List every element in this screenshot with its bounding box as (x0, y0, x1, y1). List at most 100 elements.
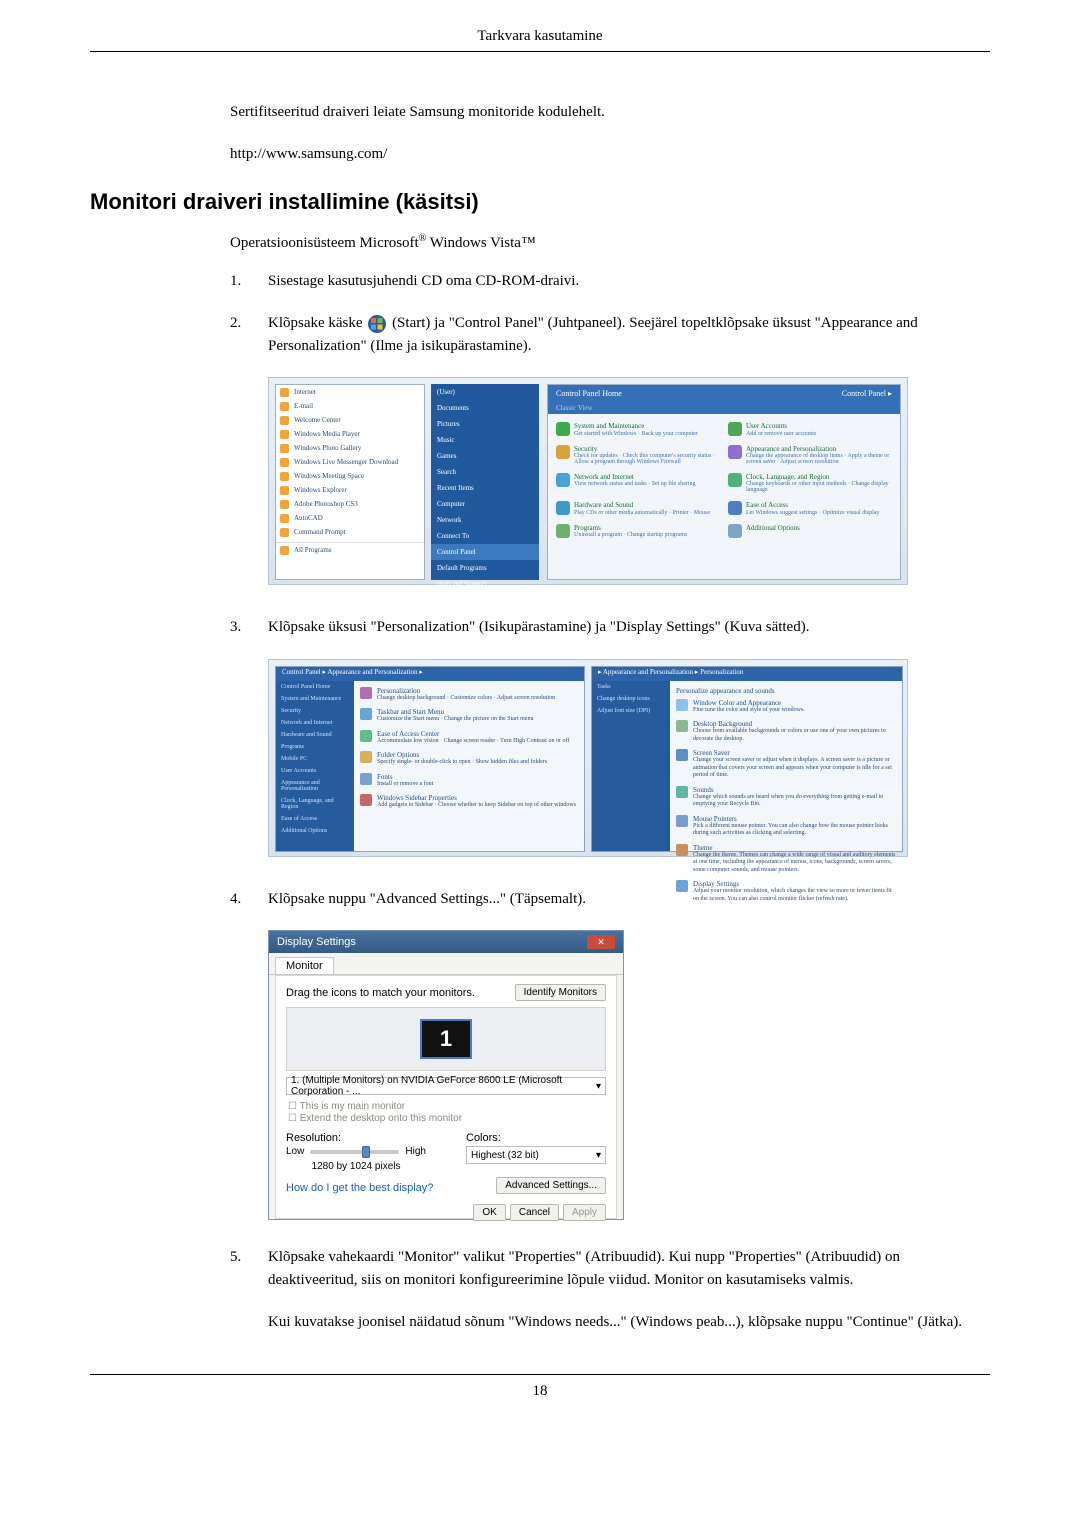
sidebar-item[interactable]: Network and Internet (276, 717, 354, 729)
list-item[interactable]: E-mail (276, 399, 424, 413)
sidebar-item[interactable]: System and Maintenance (276, 693, 354, 705)
list-item[interactable]: Computer (431, 496, 539, 512)
row-title: Personalization (377, 687, 555, 695)
setting-row[interactable]: Window Color and Appearance Fine tune th… (676, 699, 896, 715)
category-row[interactable]: Windows Sidebar Properties Add gadgets t… (360, 794, 578, 810)
category-icon (556, 422, 570, 436)
control-panel-item[interactable]: Programs Uninstall a program · Change st… (552, 522, 724, 540)
category-icon (360, 751, 372, 763)
item-title: Clock, Language, and Region (746, 473, 892, 481)
list-item[interactable]: Windows Meeting Space (276, 469, 424, 483)
row-subtitle: Change desktop background · Customize co… (377, 695, 555, 703)
list-item[interactable]: (User) (431, 384, 539, 400)
list-item[interactable]: Welcome Center (276, 413, 424, 427)
list-item[interactable]: Network (431, 512, 539, 528)
list-item[interactable]: Recent Items (431, 480, 539, 496)
resolution-slider[interactable]: Low High (286, 1146, 426, 1157)
item-title: System and Maintenance (574, 422, 698, 430)
control-panel-item[interactable]: Network and Internet View network status… (552, 471, 724, 495)
list-item[interactable]: Windows Live Messenger Download (276, 455, 424, 469)
sidebar-item[interactable]: Tasks (592, 681, 670, 693)
ok-button[interactable]: OK (473, 1204, 505, 1221)
sidebar-item[interactable]: Adjust font size (DPI) (592, 705, 670, 717)
list-item[interactable]: Music (431, 432, 539, 448)
list-item[interactable]: Games (431, 448, 539, 464)
list-item[interactable]: Help and Support (431, 576, 539, 592)
list-item[interactable]: Command Prompt (276, 525, 424, 539)
list-item[interactable]: Windows Photo Gallery (276, 441, 424, 455)
slider-high: High (405, 1146, 426, 1157)
setting-icon (676, 720, 688, 732)
sidebar-item[interactable]: Programs (276, 741, 354, 753)
sidebar-item[interactable]: Clock, Language, and Region (276, 795, 354, 813)
list-item[interactable]: Windows Explorer (276, 483, 424, 497)
category-row[interactable]: Folder Options Specify single- or double… (360, 751, 578, 767)
classic-view[interactable]: Classic View (548, 402, 900, 414)
control-panel-item[interactable]: Ease of Access Let Windows suggest setti… (724, 499, 896, 517)
list-item[interactable]: Connect To (431, 528, 539, 544)
tab-monitor[interactable]: Monitor (275, 957, 334, 974)
setting-row[interactable]: Sounds Change which sounds are heard whe… (676, 786, 896, 809)
control-panel-item[interactable]: Additional Options (724, 522, 896, 540)
item-subtitle: View network status and tasks · Set up f… (574, 481, 695, 487)
sidebar-item[interactable]: Appearance and Personalization (276, 777, 354, 795)
setting-row[interactable]: Mouse Pointers Pick a different mouse po… (676, 815, 896, 838)
monitor-preview[interactable]: 1 (286, 1007, 606, 1071)
list-item[interactable]: Adobe Photoshop CS3 (276, 497, 424, 511)
setting-row[interactable]: Theme Change the theme. Themes can chang… (676, 844, 896, 875)
identify-monitors-button[interactable]: Identify Monitors (515, 984, 606, 1001)
advanced-settings-button[interactable]: Advanced Settings... (496, 1177, 606, 1194)
sidebar-item[interactable]: Change desktop icons (592, 693, 670, 705)
monitor-selector[interactable]: 1. (Multiple Monitors) on NVIDIA GeForce… (286, 1077, 606, 1095)
apply-button: Apply (563, 1204, 606, 1221)
main-monitor-checkbox[interactable]: This is my main monitor (286, 1101, 606, 1112)
control-panel-item[interactable]: Appearance and Personalization Change th… (724, 443, 896, 467)
close-icon[interactable]: ✕ (587, 935, 615, 949)
colors-dropdown[interactable]: Highest (32 bit) ▾ (466, 1146, 606, 1164)
setting-row[interactable]: Screen Saver Change your screen saver or… (676, 749, 896, 780)
slider-thumb[interactable] (362, 1146, 370, 1158)
all-programs[interactable]: All Programs (276, 542, 424, 557)
cancel-button[interactable]: Cancel (510, 1204, 559, 1221)
sidebar-item[interactable]: Additional Options (276, 825, 354, 837)
list-item[interactable]: Documents (431, 400, 539, 416)
sidebar-item[interactable]: Mobile PC (276, 753, 354, 765)
sidebar: TasksChange desktop iconsAdjust font siz… (592, 681, 670, 851)
monitor-1-icon[interactable]: 1 (420, 1019, 472, 1059)
control-panel-item[interactable]: Security Check for updates · Check this … (552, 443, 724, 467)
list-item[interactable]: Windows Media Player (276, 427, 424, 441)
item-title: Hardware and Sound (574, 501, 710, 509)
category-row[interactable]: Personalization Change desktop backgroun… (360, 687, 578, 703)
control-panel-item[interactable]: System and Maintenance Get started with … (552, 420, 724, 438)
category-row[interactable]: Ease of Access Center Accommodate low vi… (360, 730, 578, 746)
list-item[interactable]: Search (431, 464, 539, 480)
setting-row[interactable]: Display Settings Adjust your monitor res… (676, 880, 896, 903)
help-link[interactable]: How do I get the best display? (286, 1182, 433, 1194)
sidebar-item[interactable]: Security (276, 705, 354, 717)
category-icon (360, 730, 372, 742)
extend-desktop-checkbox[interactable]: Extend the desktop onto this monitor (286, 1113, 606, 1124)
sidebar-item[interactable]: User Accounts (276, 765, 354, 777)
sidebar-item[interactable]: Control Panel Home (276, 681, 354, 693)
sidebar-item[interactable]: Hardware and Sound (276, 729, 354, 741)
control-panel-item[interactable]: Control Panel (431, 544, 539, 560)
control-panel-item[interactable]: User Accounts Add or remove user account… (724, 420, 896, 438)
control-panel-body: System and Maintenance Get started with … (548, 414, 900, 546)
setting-row[interactable]: Desktop Background Choose from available… (676, 720, 896, 743)
category-row[interactable]: Fonts Install or remove a font (360, 773, 578, 789)
row-subtitle: Change which sounds are heard when you d… (693, 794, 896, 809)
list-item[interactable]: Pictures (431, 416, 539, 432)
setting-icon (676, 786, 688, 798)
row-title: Theme (693, 844, 896, 852)
control-panel-item[interactable]: Hardware and Sound Play CDs or other med… (552, 499, 724, 517)
list-item[interactable]: Default Programs (431, 560, 539, 576)
list-item[interactable]: AutoCAD (276, 511, 424, 525)
list-item[interactable]: Internet (276, 385, 424, 399)
setting-icon (676, 815, 688, 827)
control-panel-item[interactable]: Clock, Language, and Region Change keybo… (724, 471, 896, 495)
cp-home[interactable]: Control Panel Home (556, 389, 622, 398)
sidebar-item[interactable]: Ease of Access (276, 813, 354, 825)
category-row[interactable]: Taskbar and Start Menu Customize the Sta… (360, 708, 578, 724)
colors-label: Colors: (466, 1132, 606, 1144)
crumb: ▸ Appearance and Personalization ▸ Perso… (592, 667, 902, 681)
